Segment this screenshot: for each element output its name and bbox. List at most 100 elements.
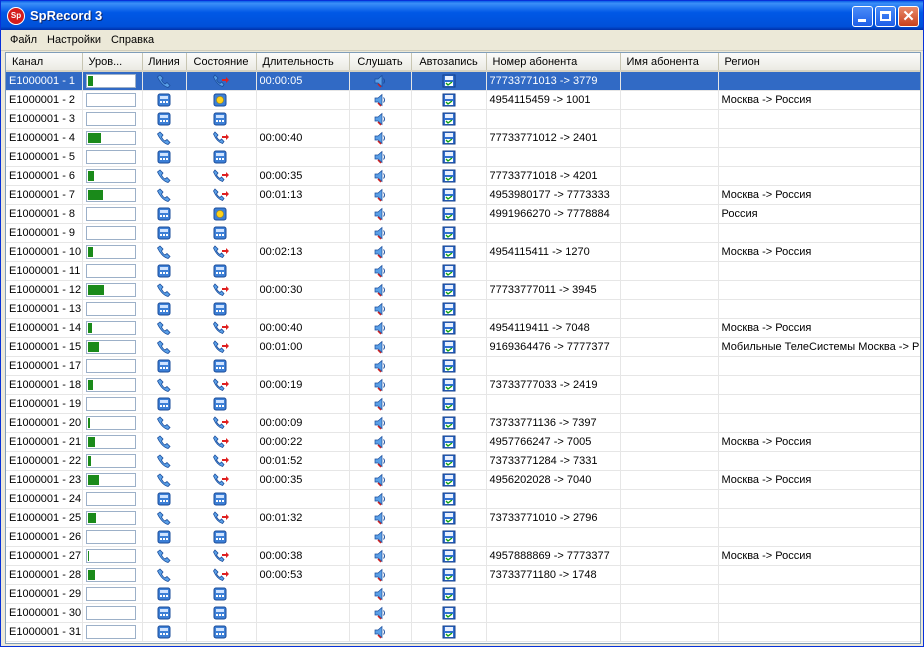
line-cell[interactable] — [142, 432, 187, 452]
disk-record-icon[interactable] — [442, 454, 456, 468]
listen-cell[interactable] — [349, 223, 412, 243]
table-row[interactable]: E1000001 - 23 00:00:35 4956202028 -> 7040 М… — [6, 470, 920, 490]
autorecord-cell[interactable] — [411, 128, 487, 148]
line-cell[interactable] — [142, 299, 187, 319]
disk-record-icon[interactable] — [442, 378, 456, 392]
disk-record-icon[interactable] — [442, 264, 456, 278]
disk-record-icon[interactable] — [442, 188, 456, 202]
disk-record-icon[interactable] — [442, 587, 456, 601]
table-row[interactable]: E1000001 - 21 00:00:22 4957766247 -> 7005 М… — [6, 432, 920, 452]
disk-record-icon[interactable] — [442, 549, 456, 563]
col-listen-header[interactable]: Слушать — [349, 53, 412, 72]
line-cell[interactable] — [142, 109, 187, 129]
table-row[interactable]: E1000001 - 8 4991966270 -> 7778884 Россия — [6, 204, 920, 224]
col-line-header[interactable]: Линия — [142, 53, 187, 72]
disk-record-icon[interactable] — [442, 226, 456, 240]
state-cell[interactable] — [186, 413, 257, 433]
disk-record-icon[interactable] — [442, 340, 456, 354]
table-row[interactable]: E1000001 - 25 00:01:32 73733771010 -> 2796 — [6, 508, 920, 528]
listen-cell[interactable] — [349, 128, 412, 148]
line-cell[interactable] — [142, 280, 187, 300]
listen-cell[interactable] — [349, 185, 412, 205]
listen-cell[interactable] — [349, 413, 412, 433]
line-cell[interactable] — [142, 128, 187, 148]
autorecord-cell[interactable] — [411, 508, 487, 528]
autorecord-cell[interactable] — [411, 242, 487, 262]
table-row[interactable]: E1000001 - 12 00:00:30 77733777011 -> 3945 — [6, 280, 920, 300]
autorecord-cell[interactable] — [411, 71, 487, 91]
speaker-icon[interactable] — [373, 587, 387, 601]
listen-cell[interactable] — [349, 90, 412, 110]
listen-cell[interactable] — [349, 71, 412, 91]
state-cell[interactable] — [186, 375, 257, 395]
disk-record-icon[interactable] — [442, 511, 456, 525]
listen-cell[interactable] — [349, 299, 412, 319]
speaker-icon[interactable] — [373, 435, 387, 449]
speaker-icon[interactable] — [373, 207, 387, 221]
disk-record-icon[interactable] — [442, 150, 456, 164]
autorecord-cell[interactable] — [411, 546, 487, 566]
autorecord-cell[interactable] — [411, 166, 487, 186]
autorecord-cell[interactable] — [411, 261, 487, 281]
state-cell[interactable] — [186, 565, 257, 585]
listen-cell[interactable] — [349, 166, 412, 186]
autorecord-cell[interactable] — [411, 451, 487, 471]
table-row[interactable]: E1000001 - 24 — [6, 489, 920, 509]
speaker-icon[interactable] — [373, 188, 387, 202]
listen-cell[interactable] — [349, 147, 412, 167]
state-cell[interactable] — [186, 394, 257, 414]
autorecord-cell[interactable] — [411, 318, 487, 338]
table-row[interactable]: E1000001 - 3 — [6, 109, 920, 129]
line-cell[interactable] — [142, 565, 187, 585]
col-state-header[interactable]: Состояние — [186, 53, 257, 72]
disk-record-icon[interactable] — [442, 207, 456, 221]
disk-record-icon[interactable] — [442, 302, 456, 316]
line-cell[interactable] — [142, 546, 187, 566]
autorecord-cell[interactable] — [411, 603, 487, 623]
line-cell[interactable] — [142, 413, 187, 433]
line-cell[interactable] — [142, 204, 187, 224]
listen-cell[interactable] — [349, 280, 412, 300]
table-row[interactable]: E1000001 - 11 — [6, 261, 920, 281]
table-row[interactable]: E1000001 - 6 00:00:35 77733771018 -> 4201 — [6, 166, 920, 186]
line-cell[interactable] — [142, 261, 187, 281]
speaker-icon[interactable] — [373, 549, 387, 563]
menu-settings[interactable]: Настройки — [42, 34, 106, 46]
speaker-icon[interactable] — [373, 454, 387, 468]
disk-record-icon[interactable] — [442, 359, 456, 373]
listen-cell[interactable] — [349, 375, 412, 395]
line-cell[interactable] — [142, 603, 187, 623]
line-cell[interactable] — [142, 527, 187, 547]
disk-record-icon[interactable] — [442, 416, 456, 430]
disk-record-icon[interactable] — [442, 245, 456, 259]
autorecord-cell[interactable] — [411, 527, 487, 547]
state-cell[interactable] — [186, 128, 257, 148]
disk-record-icon[interactable] — [442, 473, 456, 487]
state-cell[interactable] — [186, 527, 257, 547]
table-row[interactable]: E1000001 - 13 — [6, 299, 920, 319]
speaker-icon[interactable] — [373, 530, 387, 544]
table-row[interactable]: E1000001 - 22 00:01:52 73733771284 -> 7331 — [6, 451, 920, 471]
listen-cell[interactable] — [349, 356, 412, 376]
disk-record-icon[interactable] — [442, 283, 456, 297]
speaker-icon[interactable] — [373, 606, 387, 620]
state-cell[interactable] — [186, 109, 257, 129]
state-cell[interactable] — [186, 280, 257, 300]
speaker-icon[interactable] — [373, 416, 387, 430]
state-cell[interactable] — [186, 508, 257, 528]
line-cell[interactable] — [142, 584, 187, 604]
speaker-icon[interactable] — [373, 492, 387, 506]
listen-cell[interactable] — [349, 242, 412, 262]
table-row[interactable]: E1000001 - 27 00:00:38 4957888869 -> 77733… — [6, 546, 920, 566]
speaker-icon[interactable] — [373, 321, 387, 335]
speaker-icon[interactable] — [373, 226, 387, 240]
state-cell[interactable] — [186, 470, 257, 490]
state-cell[interactable] — [186, 622, 257, 642]
speaker-icon[interactable] — [373, 112, 387, 126]
state-cell[interactable] — [186, 90, 257, 110]
table-row[interactable]: E1000001 - 26 — [6, 527, 920, 547]
line-cell[interactable] — [142, 90, 187, 110]
disk-record-icon[interactable] — [442, 625, 456, 639]
table-row[interactable]: E1000001 - 17 — [6, 356, 920, 376]
table-row[interactable]: E1000001 - 15 00:01:00 9169364476 -> 77773… — [6, 337, 920, 357]
